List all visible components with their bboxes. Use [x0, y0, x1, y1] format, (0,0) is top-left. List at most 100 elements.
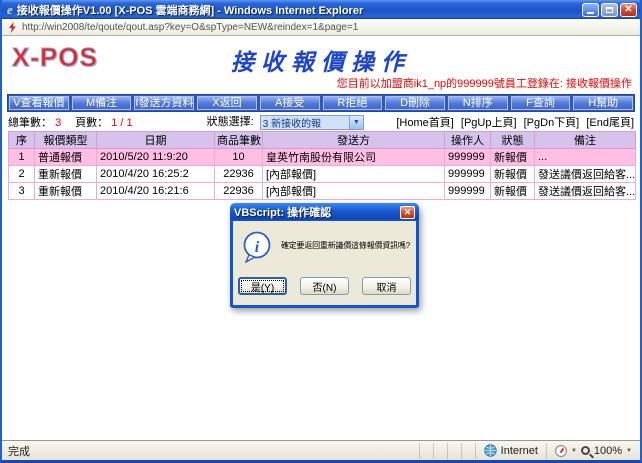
zone-panel: Internet — [475, 443, 546, 459]
cancel-button[interactable]: 取消 — [362, 277, 411, 295]
cell-remark: 發送議價返回給客... — [535, 183, 636, 200]
toolbar-button-return[interactable]: X返回 — [197, 96, 257, 110]
title-bar: e 接收報價操作V1.00 [X-POS 雲端商務網] - Windows In… — [2, 0, 640, 19]
page-count-label: 頁數： — [75, 117, 108, 129]
cell-item-count: 10 — [215, 149, 263, 166]
zoom-panel: ▼ 100% ▼ — [546, 443, 640, 459]
cell-status: 新報價 — [491, 149, 535, 166]
status-panel — [447, 443, 461, 459]
chevron-down-icon[interactable]: ▼ — [571, 448, 577, 454]
total-count-value: 3 — [55, 117, 61, 129]
globe-icon — [484, 444, 497, 457]
status-panel — [433, 443, 447, 459]
table-row[interactable]: 2 重新報價 2010/4/20 16:25:2 22936 [內部報價] 99… — [9, 166, 636, 183]
toolbar: V查看報價 M備注 I發送方資料 X返回 A接受 R拒絕 D刪除 N排序 F查詢… — [7, 94, 635, 112]
vbscript-dialog: VBScript: 操作確認 ✕ i 確定要返回重新議價這條報價資訊嗎? 是(Y… — [230, 203, 419, 308]
toolbar-button-help[interactable]: H幫助 — [573, 96, 633, 110]
dialog-message: 確定要返回重新議價這條報價資訊嗎? — [281, 231, 410, 251]
chevron-down-icon[interactable]: ▼ — [626, 448, 632, 454]
table-header-row: 序 報價類型 日期 商品筆數 發送方 操作人 狀態 備注 — [9, 132, 636, 149]
dialog-title-bar: VBScript: 操作確認 ✕ — [230, 203, 419, 221]
table-row[interactable]: 3 重新報價 2010/4/20 16:21:6 22936 [內部報價] 99… — [9, 183, 636, 200]
page-header: X-POS 接收報價操作 — [2, 40, 640, 74]
minimize-button[interactable] — [582, 3, 599, 17]
address-bar: http://win2008/te/qoute/qout.asp?key=O&s… — [2, 19, 640, 36]
quotes-table: 序 報價類型 日期 商品筆數 發送方 操作人 狀態 備注 1 普通報價 2010… — [8, 131, 636, 200]
cell-operator: 999999 — [445, 183, 491, 200]
toolbar-button-sort[interactable]: N排序 — [448, 96, 508, 110]
zoom-icon[interactable] — [581, 446, 590, 455]
page-icon — [8, 22, 17, 33]
status-filter: 狀態選擇: 3 新接收的報 ▼ — [207, 113, 364, 130]
zone-label: Internet — [501, 445, 538, 457]
info-icon: i — [241, 231, 273, 263]
window-title: 接收報價操作V1.00 [X-POS 雲端商務網] - Windows Inte… — [17, 2, 582, 18]
cell-sender: [內部報價] — [263, 166, 445, 183]
cell-remark: 發送議價返回給客... — [535, 166, 636, 183]
cell-date: 2010/4/20 16:25:2 — [97, 166, 215, 183]
cell-operator: 999999 — [445, 149, 491, 166]
cell-remark: ... — [535, 149, 636, 166]
total-count-label: 總筆數： — [8, 117, 52, 129]
cell-status: 新報價 — [491, 183, 535, 200]
nav-pgup[interactable]: [PgUp上頁] — [461, 117, 517, 129]
toolbar-button-delete[interactable]: D刪除 — [385, 96, 445, 110]
cell-quote-type: 普通報價 — [35, 149, 97, 166]
yes-button[interactable]: 是(Y) — [238, 277, 287, 295]
column-header-remark: 備注 — [535, 132, 636, 149]
cell-item-count: 22936 — [215, 166, 263, 183]
nav-end[interactable]: [End尾頁] — [586, 117, 634, 129]
status-tool-icon[interactable] — [555, 445, 567, 457]
cell-sender: 皇英竹南股份有限公司 — [263, 149, 445, 166]
dialog-close-icon[interactable]: ✕ — [400, 206, 415, 219]
cell-seq: 2 — [9, 166, 35, 183]
toolbar-button-search[interactable]: F查詢 — [511, 96, 571, 110]
cell-status: 新報價 — [491, 166, 535, 183]
toolbar-button-reject[interactable]: R拒絕 — [323, 96, 383, 110]
nav-pgdn[interactable]: [PgDn下頁] — [524, 117, 580, 129]
cell-date: 2010/5/20 11:9:20 — [97, 149, 215, 166]
url-text[interactable]: http://win2008/te/qoute/qout.asp?key=O&s… — [22, 22, 358, 33]
toolbar-button-sender-info[interactable]: I發送方資料 — [134, 96, 194, 110]
cell-quote-type: 重新報價 — [35, 183, 97, 200]
browser-window: e 接收報價操作V1.00 [X-POS 雲端商務網] - Windows In… — [0, 0, 642, 463]
status-select-value: 3 新接收的報 — [261, 115, 349, 130]
cell-sender: [內部報價] — [263, 183, 445, 200]
chevron-down-icon[interactable]: ▼ — [349, 116, 363, 129]
status-bar: 完成 Internet ▼ 100% ▼ — [2, 440, 640, 460]
page-count-value: 1 / 1 — [111, 117, 132, 129]
xpos-logo: X-POS — [12, 42, 98, 73]
column-header-quote-type: 報價類型 — [35, 132, 97, 149]
page-count: 頁數： 1 / 1 — [75, 114, 132, 130]
dialog-body: i 確定要返回重新議價這條報價資訊嗎? — [233, 221, 416, 271]
table-row[interactable]: 1 普通報價 2010/5/20 11:9:20 10 皇英竹南股份有限公司 9… — [9, 149, 636, 166]
toolbar-button-view-quote[interactable]: V查看報價 — [9, 96, 69, 110]
column-header-item-count: 商品筆數 — [215, 132, 263, 149]
column-header-seq: 序 — [9, 132, 35, 149]
ie-icon: e — [7, 2, 13, 18]
toolbar-button-memo[interactable]: M備注 — [72, 96, 132, 110]
cell-seq: 3 — [9, 183, 35, 200]
cell-quote-type: 重新報價 — [35, 166, 97, 183]
nav-home[interactable]: [Home首頁] — [396, 117, 453, 129]
status-panel — [419, 443, 433, 459]
dialog-buttons: 是(Y) 否(N) 取消 — [233, 271, 416, 305]
column-header-operator: 操作人 — [445, 132, 491, 149]
toolbar-button-accept[interactable]: A接受 — [260, 96, 320, 110]
status-panel — [461, 443, 475, 459]
cell-seq: 1 — [9, 149, 35, 166]
dialog-title: VBScript: 操作確認 — [234, 204, 400, 220]
no-button[interactable]: 否(N) — [300, 277, 349, 295]
cell-operator: 999999 — [445, 166, 491, 183]
maximize-button[interactable] — [601, 3, 618, 17]
page-nav: [Home首頁] [PgUp上頁] [PgDn下頁] [End尾頁] — [392, 114, 634, 130]
status-filter-label: 狀態選擇: — [207, 116, 254, 128]
total-count: 總筆數： 3 — [8, 114, 61, 130]
status-text: 完成 — [2, 443, 419, 459]
column-header-sender: 發送方 — [263, 132, 445, 149]
status-select[interactable]: 3 新接收的報 ▼ — [260, 115, 364, 130]
zoom-level[interactable]: 100% — [594, 445, 622, 457]
column-header-date: 日期 — [97, 132, 215, 149]
close-button[interactable]: ✕ — [620, 3, 637, 17]
cell-date: 2010/4/20 16:21:6 — [97, 183, 215, 200]
